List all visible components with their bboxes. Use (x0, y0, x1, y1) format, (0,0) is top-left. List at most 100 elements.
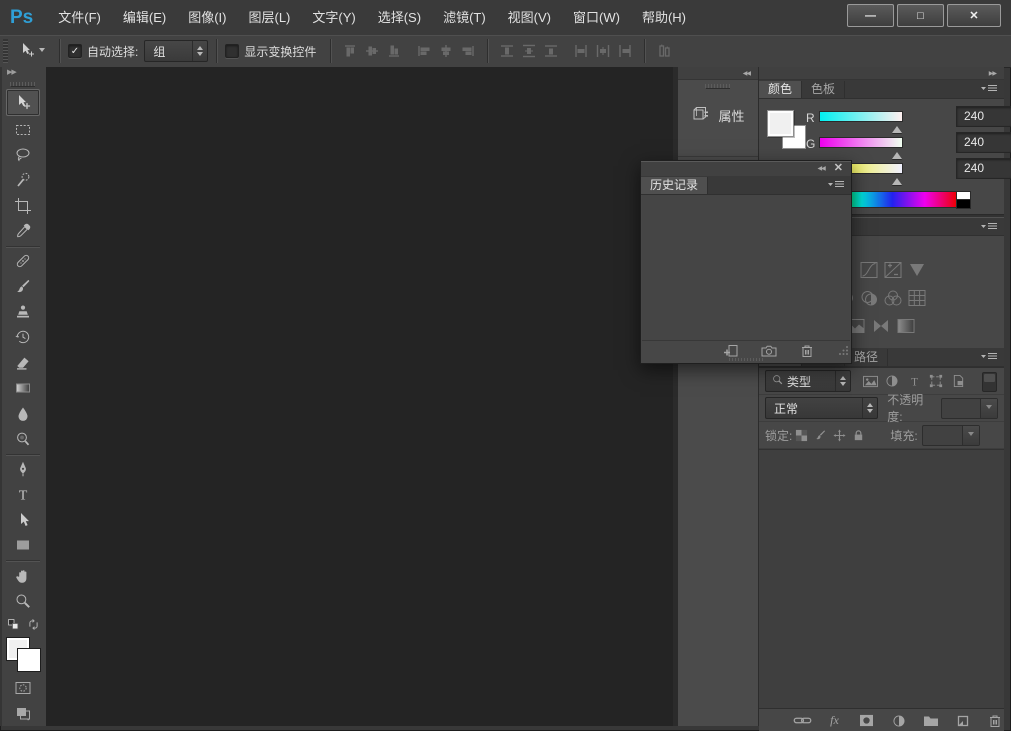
delete-layer-icon[interactable] (985, 712, 1004, 730)
adj-vibrance-icon[interactable] (907, 261, 927, 279)
adj-curves-icon[interactable] (859, 261, 879, 279)
new-group-icon[interactable] (921, 712, 940, 730)
filter-pixel-layers-icon[interactable] (859, 371, 881, 391)
adj-exposure-icon[interactable] (883, 261, 903, 279)
clone-stamp-tool-button[interactable] (8, 300, 38, 323)
minimize-button[interactable]: — (847, 4, 894, 27)
default-colors-icon[interactable] (7, 618, 21, 635)
panel-resize-grip[interactable] (838, 345, 849, 359)
blur-tool-button[interactable] (8, 402, 38, 425)
pen-tool-button[interactable] (8, 458, 38, 481)
auto-align-layers-button[interactable] (653, 40, 675, 62)
rectangular-marquee-tool-button[interactable] (8, 118, 38, 141)
green-slider[interactable] (819, 137, 903, 148)
ramp-black-swatch[interactable] (956, 199, 971, 209)
menu-layer[interactable]: 图层(L) (237, 0, 301, 35)
layer-filter-type-dropdown[interactable]: 类型 (765, 370, 851, 392)
maximize-button[interactable]: □ (897, 4, 944, 27)
spot-healing-brush-tool-button[interactable] (8, 250, 38, 273)
menu-help[interactable]: 帮助(H) (631, 0, 697, 35)
align-top-edges-button[interactable] (339, 40, 361, 62)
tab-swatches[interactable]: 色板 (802, 81, 845, 98)
distribute-top-edges-button[interactable] (496, 40, 518, 62)
rectangle-tool-button[interactable] (8, 534, 38, 557)
align-horizontal-centers-button[interactable] (435, 40, 457, 62)
menu-image[interactable]: 图像(I) (177, 0, 237, 35)
blend-mode-dropdown[interactable]: 正常 (765, 397, 878, 419)
color-panel-menu-icon[interactable] (980, 83, 998, 97)
align-left-edges-button[interactable] (413, 40, 435, 62)
layer-styles-icon[interactable]: fx (825, 712, 844, 730)
close-panel-icon[interactable]: ✕ (834, 163, 843, 174)
new-layer-icon[interactable] (953, 712, 972, 730)
menu-window[interactable]: 窗口(W) (562, 0, 631, 35)
eraser-tool-button[interactable] (8, 351, 38, 374)
lock-pixels-icon[interactable] (811, 425, 830, 445)
green-slider-thumb[interactable] (892, 147, 902, 159)
history-titlebar[interactable]: ◀◀ ✕ (641, 161, 851, 176)
blue-value-field[interactable]: 240 (956, 158, 1011, 179)
green-value-field[interactable]: 240 (956, 132, 1011, 153)
opacity-dropdown[interactable] (941, 398, 998, 419)
adj-photo-filter-icon[interactable] (883, 289, 903, 307)
blue-slider-thumb[interactable] (892, 173, 902, 185)
menu-view[interactable]: 视图(V) (497, 0, 562, 35)
zoom-tool-button[interactable] (8, 589, 38, 612)
align-vertical-centers-button[interactable] (361, 40, 383, 62)
properties-panel-button[interactable]: 属性 (678, 80, 758, 157)
layers-list[interactable] (759, 449, 1004, 708)
adj-invert-icon[interactable] (871, 317, 891, 335)
lock-position-icon[interactable] (830, 425, 849, 445)
move-tool-button[interactable] (6, 89, 40, 116)
toolbar-collapse-chevron-icon[interactable]: ▶▶ (0, 67, 16, 79)
lock-all-icon[interactable] (849, 425, 868, 445)
collapse-panel-chevron-icon[interactable]: ◀◀ (818, 165, 825, 172)
red-slider[interactable] (819, 111, 903, 122)
red-slider-thumb[interactable] (892, 121, 902, 133)
add-layer-mask-icon[interactable] (857, 712, 876, 730)
history-brush-tool-button[interactable] (8, 326, 38, 349)
auto-select-target-dropdown[interactable]: 组 (144, 40, 208, 62)
filter-smart-objects-icon[interactable] (947, 371, 969, 391)
align-bottom-edges-button[interactable] (383, 40, 405, 62)
tab-history[interactable]: 历史记录 (641, 177, 708, 194)
fill-dropdown[interactable] (922, 425, 980, 446)
new-adjustment-layer-icon[interactable] (889, 712, 908, 730)
menu-file[interactable]: 文件(F) (47, 0, 112, 35)
panel-foreground-swatch[interactable] (767, 110, 794, 137)
close-button[interactable]: ✕ (947, 4, 1001, 27)
history-list[interactable] (642, 195, 850, 341)
quick-selection-tool-button[interactable] (8, 169, 38, 192)
layer-filter-toggle[interactable] (982, 372, 997, 392)
toolbar-grip[interactable] (10, 82, 36, 86)
expand-dock-chevron-icon[interactable]: ▶▶ (989, 70, 996, 77)
panel-drag-grip[interactable] (729, 358, 763, 361)
quick-mask-button[interactable] (8, 676, 38, 699)
menu-type[interactable]: 文字(Y) (301, 0, 366, 35)
history-panel-menu-icon[interactable] (827, 179, 845, 193)
options-bar-grip[interactable] (3, 39, 8, 63)
hand-tool-button[interactable] (8, 564, 38, 587)
distribute-vertical-centers-button[interactable] (518, 40, 540, 62)
gradient-tool-button[interactable] (8, 377, 38, 400)
distribute-horizontal-centers-button[interactable] (592, 40, 614, 62)
auto-select-checkbox[interactable]: ✓ (68, 44, 82, 58)
lock-transparency-icon[interactable] (792, 425, 811, 445)
brush-tool-button[interactable] (8, 275, 38, 298)
link-layers-icon[interactable] (793, 712, 812, 730)
menu-edit[interactable]: 编辑(E) (112, 0, 177, 35)
path-selection-tool-button[interactable] (8, 508, 38, 531)
canvas-workspace[interactable] (46, 67, 673, 726)
show-transform-checkbox[interactable] (225, 44, 239, 58)
crop-tool-button[interactable] (8, 194, 38, 217)
tab-color[interactable]: 颜色 (759, 81, 802, 98)
menu-filter[interactable]: 滤镜(T) (432, 0, 497, 35)
dodge-tool-button[interactable] (8, 427, 38, 450)
delete-state-icon[interactable] (797, 342, 817, 360)
filter-type-layers-icon[interactable]: T (903, 371, 925, 391)
adj-black-white-icon[interactable] (859, 289, 879, 307)
adj-channel-mixer-icon[interactable] (907, 289, 927, 307)
distribute-bottom-edges-button[interactable] (540, 40, 562, 62)
red-value-field[interactable]: 240 (956, 106, 1011, 127)
adjustments-panel-menu-icon[interactable] (980, 221, 998, 235)
